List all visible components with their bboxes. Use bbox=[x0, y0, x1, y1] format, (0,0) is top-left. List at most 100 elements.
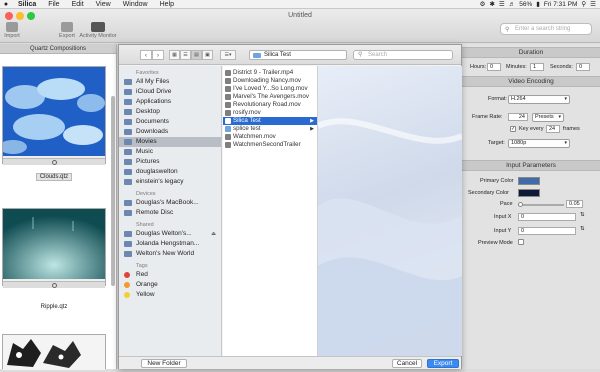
composition-thumb-third[interactable] bbox=[2, 334, 106, 370]
file-item[interactable]: WatchmenSecondTrailer bbox=[223, 141, 317, 149]
documents-icon bbox=[124, 119, 132, 125]
new-folder-button[interactable]: New Folder bbox=[141, 359, 187, 368]
pace-field[interactable]: 0.05 bbox=[566, 200, 583, 208]
movie-file-icon bbox=[225, 86, 231, 92]
sidebar-item-douglaswelton[interactable]: douglaswelton bbox=[119, 167, 221, 177]
pace-slider[interactable] bbox=[518, 204, 564, 206]
sidebar-tag-red[interactable]: Red bbox=[119, 270, 221, 280]
sidebar-item-einsteins-legacy[interactable]: einstein's legacy bbox=[119, 177, 221, 187]
sidebar-item-documents[interactable]: Documents bbox=[119, 117, 221, 127]
hours-field[interactable]: 0 bbox=[487, 63, 501, 71]
file-item[interactable]: I've Loved Y...So Long.mov bbox=[223, 85, 317, 93]
dialog-sidebar: Favorites All My Files iCloud Drive Appl… bbox=[119, 66, 222, 356]
frame-rate-field[interactable]: 24 bbox=[508, 113, 528, 121]
sidebar-item-icloud-drive[interactable]: iCloud Drive bbox=[119, 87, 221, 97]
sidebar-item-desktop[interactable]: Desktop bbox=[119, 107, 221, 117]
icon-view-button[interactable]: ▦ bbox=[169, 50, 180, 60]
window-search-field[interactable]: ⚲ Enter a search string bbox=[500, 23, 592, 35]
sidebar-item-applications[interactable]: Applications bbox=[119, 97, 221, 107]
sidebar-item-shared-douglas[interactable]: Douglas Welton's... ⏏ bbox=[119, 229, 221, 239]
battery-percent[interactable]: 56% bbox=[519, 1, 532, 8]
cover-flow-button[interactable]: ▣ bbox=[202, 50, 213, 60]
format-select[interactable]: H.264 bbox=[508, 95, 570, 104]
sidebar-item-shared-jolanda[interactable]: Jolanda Hengstman... bbox=[119, 239, 221, 249]
menu-window[interactable]: Window bbox=[117, 1, 154, 8]
sidebar-item-downloads[interactable]: Downloads bbox=[119, 127, 221, 137]
spotlight-icon[interactable]: ⚲ bbox=[581, 0, 586, 8]
sidebar-item-pictures[interactable]: Pictures bbox=[119, 157, 221, 167]
input-y-stepper[interactable]: ⇅ bbox=[580, 226, 585, 232]
sidebar-item-movies[interactable]: Movies bbox=[119, 137, 221, 147]
activity-monitor-icon bbox=[91, 22, 105, 32]
sidebar-item-music[interactable]: Music bbox=[119, 147, 221, 157]
composition-label-ripple[interactable]: Ripple.qtz bbox=[0, 304, 108, 310]
menu-view[interactable]: View bbox=[90, 1, 117, 8]
minutes-label: Minutes: bbox=[506, 64, 527, 70]
applications-icon bbox=[124, 99, 132, 105]
minutes-field[interactable]: 1 bbox=[530, 63, 544, 71]
compositions-scrollbar[interactable] bbox=[111, 96, 115, 286]
import-button[interactable]: Import bbox=[3, 22, 21, 39]
sidebar-tag-orange[interactable]: Orange bbox=[119, 280, 221, 290]
sidebar-item-macbook[interactable]: Douglas's MacBook... bbox=[119, 198, 221, 208]
presets-select[interactable]: Presets bbox=[532, 113, 564, 122]
column-view-button[interactable]: ▤ bbox=[191, 50, 202, 60]
sidebar-item-remote-disc[interactable]: Remote Disc bbox=[119, 208, 221, 218]
location-popup[interactable]: Silica Test bbox=[249, 50, 347, 60]
clouds-thumb-handle[interactable] bbox=[3, 158, 105, 165]
primary-color-well[interactable] bbox=[518, 177, 540, 185]
menu-app-name[interactable]: Silica bbox=[12, 1, 42, 8]
composition-thumb-clouds[interactable] bbox=[0, 66, 106, 165]
activity-monitor-button[interactable]: Activity Monitor bbox=[78, 22, 118, 39]
sidebar-item-all-my-files[interactable]: All My Files bbox=[119, 77, 221, 87]
folder-icon bbox=[225, 126, 231, 132]
cancel-button[interactable]: Cancel bbox=[392, 359, 422, 368]
secondary-color-well[interactable] bbox=[518, 189, 540, 197]
export-button[interactable]: Export bbox=[427, 359, 459, 368]
seconds-field[interactable]: 0 bbox=[576, 63, 590, 71]
sidebar-tag-yellow[interactable]: Yellow bbox=[119, 290, 221, 300]
file-item[interactable]: Marvel's The Avengers.mov bbox=[223, 93, 317, 101]
forward-button[interactable]: › bbox=[152, 50, 164, 60]
export-toolbar-button[interactable]: Export bbox=[58, 22, 76, 39]
file-item[interactable]: District 9 - Trailer.mp4 bbox=[223, 69, 317, 77]
dialog-search-field[interactable]: ⚲ Search bbox=[353, 50, 453, 60]
bluetooth-icon[interactable]: ✱ bbox=[489, 0, 494, 8]
back-button[interactable]: ‹ bbox=[140, 50, 152, 60]
menu-file[interactable]: File bbox=[42, 1, 65, 8]
menu-help[interactable]: Help bbox=[154, 1, 180, 8]
apple-menu-icon[interactable]: ● bbox=[0, 1, 12, 8]
file-item[interactable]: rosify.mov bbox=[223, 109, 317, 117]
eject-icon[interactable]: ⏏ bbox=[211, 229, 216, 239]
menu-extra-icon[interactable]: ⚙ bbox=[480, 0, 486, 8]
menu-edit[interactable]: Edit bbox=[66, 1, 90, 8]
pace-slider-knob[interactable] bbox=[518, 202, 524, 207]
key-every-checkbox[interactable]: ✓ bbox=[510, 126, 516, 132]
preview-mode-checkbox[interactable] bbox=[518, 239, 524, 245]
notification-center-icon[interactable]: ☰ bbox=[590, 0, 596, 8]
red-tag-dot-icon bbox=[124, 272, 130, 278]
composition-label-clouds[interactable]: Clouds.qtz bbox=[0, 173, 108, 181]
composition-thumb-ripple[interactable] bbox=[2, 208, 106, 288]
folder-item-splice-test[interactable]: splice test ▶ bbox=[223, 125, 317, 133]
ripple-thumb-handle[interactable] bbox=[3, 281, 105, 288]
input-x-stepper[interactable]: ⇅ bbox=[580, 212, 585, 218]
import-icon bbox=[6, 22, 18, 32]
file-item[interactable]: Revolutionary Road.mov bbox=[223, 101, 317, 109]
folder-item-silica-test[interactable]: Silica Test ▶ bbox=[223, 117, 317, 125]
input-x-field[interactable]: 0 bbox=[518, 213, 576, 221]
volume-icon[interactable]: ♬ bbox=[509, 1, 516, 8]
input-y-field[interactable]: 0 bbox=[518, 227, 576, 235]
input-parameters-header: Input Parameters bbox=[462, 160, 600, 171]
key-every-field[interactable]: 24 bbox=[546, 125, 560, 133]
battery-icon[interactable]: ▮ bbox=[536, 0, 540, 8]
target-select[interactable]: 1080p bbox=[508, 139, 570, 148]
clock[interactable]: Fri 7:31 PM bbox=[544, 1, 578, 8]
target-label: Target: bbox=[488, 140, 505, 146]
list-view-button[interactable]: ☰ bbox=[180, 50, 191, 60]
file-item[interactable]: Downloading Nancy.mov bbox=[223, 77, 317, 85]
arrange-menu-button[interactable]: ☰▾ bbox=[220, 50, 236, 60]
sidebar-item-shared-new-world[interactable]: Welton's New World bbox=[119, 249, 221, 259]
file-item[interactable]: Watchmen.mov bbox=[223, 133, 317, 141]
wifi-icon[interactable]: ☰ bbox=[499, 0, 505, 8]
